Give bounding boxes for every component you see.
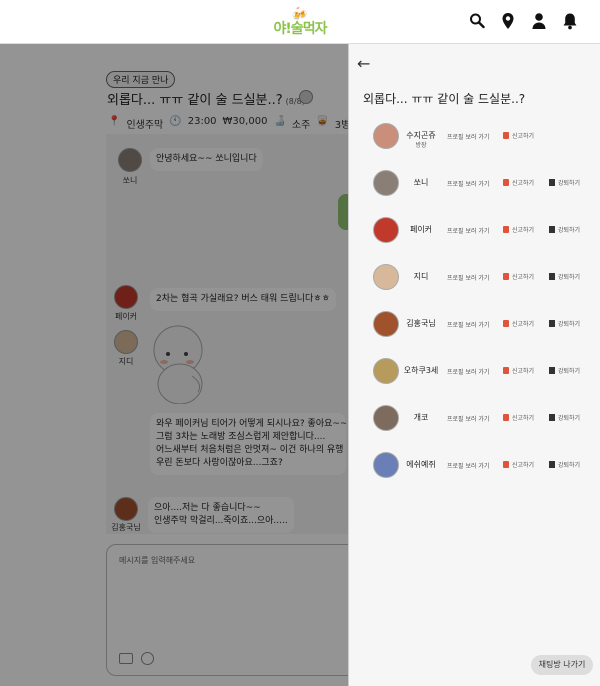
kick-icon: [549, 320, 555, 327]
kick-button[interactable]: 강퇴하기: [549, 272, 580, 281]
member-name: 지디: [413, 272, 429, 281]
member-avatar[interactable]: [373, 358, 399, 384]
member-avatar[interactable]: [373, 452, 399, 478]
search-icon[interactable]: [469, 12, 485, 30]
report-button[interactable]: 신고하기: [503, 272, 534, 281]
profile-link[interactable]: 프로필 보러 가기: [447, 461, 489, 470]
siren-icon: [503, 320, 509, 327]
member-avatar[interactable]: [373, 170, 399, 196]
profile-link[interactable]: 프로필 보러 가기: [447, 273, 489, 282]
profile-link[interactable]: 프로필 보러 가기: [447, 367, 489, 376]
profile-link[interactable]: 프로필 보러 가기: [447, 226, 489, 235]
kick-label: 강퇴하기: [558, 321, 581, 328]
report-button[interactable]: 신고하기: [503, 319, 534, 328]
member-name: 쏘니: [413, 178, 429, 187]
kick-button[interactable]: 강퇴하기: [549, 413, 580, 422]
back-arrow-icon[interactable]: ←: [357, 54, 370, 73]
location-pin-icon[interactable]: [500, 12, 516, 30]
leave-room-button[interactable]: 채팅방 나가기: [531, 655, 593, 675]
kick-label: 강퇴하기: [558, 180, 581, 187]
siren-icon: [503, 179, 509, 186]
report-button[interactable]: 신고하기: [503, 225, 534, 234]
report-label: 신고하기: [512, 133, 535, 140]
kick-button[interactable]: 강퇴하기: [549, 225, 580, 234]
kick-button[interactable]: 강퇴하기: [549, 319, 580, 328]
kick-icon: [549, 367, 555, 374]
member-row: 페이커 프로필 보러 가기 신고하기 강퇴하기: [373, 217, 593, 245]
report-button[interactable]: 신고하기: [503, 413, 534, 422]
kick-icon: [549, 226, 555, 233]
header-icons: [469, 12, 578, 30]
report-label: 신고하기: [512, 368, 535, 375]
member-avatar[interactable]: [373, 311, 399, 337]
member-name: 페이커: [409, 225, 433, 234]
member-row: 오하쿠3세 프로필 보러 가기 신고하기 강퇴하기: [373, 358, 593, 386]
kick-label: 강퇴하기: [558, 227, 581, 234]
profile-link[interactable]: 프로필 보러 가기: [447, 414, 489, 423]
member-row: 쏘니 프로필 보러 가기 신고하기 강퇴하기: [373, 170, 593, 198]
kick-label: 강퇴하기: [558, 462, 581, 469]
top-header: 🍻 야!술먹자: [0, 0, 600, 44]
member-role: 방장: [415, 142, 427, 149]
kick-button[interactable]: 강퇴하기: [549, 178, 580, 187]
kick-label: 강퇴하기: [558, 415, 581, 422]
member-panel: ← 외롭다... ㅠㅠ 같이 술 드실분..? 수지곤쥬 방장 프로필 보러 가기 신…: [348, 44, 600, 686]
beer-mugs-icon: 🍻: [291, 7, 309, 22]
siren-icon: [503, 226, 509, 233]
report-label: 신고하기: [512, 180, 535, 187]
report-label: 신고하기: [512, 415, 535, 422]
kick-icon: [549, 414, 555, 421]
report-button[interactable]: 신고하기: [503, 460, 534, 469]
bell-icon[interactable]: [562, 12, 578, 30]
kick-button[interactable]: 강퇴하기: [549, 366, 580, 375]
kick-label: 강퇴하기: [558, 274, 581, 281]
member-row: 김홍국님 프로필 보러 가기 신고하기 강퇴하기: [373, 311, 593, 339]
member-name: 개코: [413, 413, 429, 422]
member-row: 수지곤쥬 방장 프로필 보러 가기 신고하기: [373, 123, 593, 151]
app-screen: 🍻 야!술먹자 우리 지금 만나 외롭다... ㅠㅠ 같이 술 드실분..? (8…: [0, 0, 600, 686]
siren-icon: [503, 367, 509, 374]
member-avatar[interactable]: [373, 217, 399, 243]
dim-overlay[interactable]: [0, 44, 348, 686]
profile-link[interactable]: 프로필 보러 가기: [447, 320, 489, 329]
siren-icon: [503, 414, 509, 421]
member-row: 지디 프로필 보러 가기 신고하기 강퇴하기: [373, 264, 593, 292]
report-label: 신고하기: [512, 462, 535, 469]
report-label: 신고하기: [512, 227, 535, 234]
report-button[interactable]: 신고하기: [503, 178, 534, 187]
kick-button[interactable]: 강퇴하기: [549, 460, 580, 469]
profile-link[interactable]: 프로필 보러 가기: [447, 179, 489, 188]
kick-icon: [549, 273, 555, 280]
member-name: 오하쿠3세: [403, 366, 439, 375]
member-avatar[interactable]: [373, 405, 399, 431]
member-avatar[interactable]: [373, 264, 399, 290]
siren-icon: [503, 132, 509, 139]
member-row: 개코 프로필 보러 가기 신고하기 강퇴하기: [373, 405, 593, 433]
report-button[interactable]: 신고하기: [503, 366, 534, 375]
siren-icon: [503, 273, 509, 280]
member-avatar[interactable]: [373, 123, 399, 149]
siren-icon: [503, 461, 509, 468]
member-name: 에쉬예쥐: [406, 460, 436, 469]
member-row: 에쉬예쥐 프로필 보러 가기 신고하기 강퇴하기: [373, 452, 593, 480]
report-button[interactable]: 신고하기: [503, 131, 534, 140]
kick-icon: [549, 461, 555, 468]
kick-icon: [549, 179, 555, 186]
member-name: 김홍국님: [406, 319, 436, 328]
app-logo[interactable]: 🍻 야!술먹자: [270, 8, 330, 40]
report-label: 신고하기: [512, 274, 535, 281]
logo-text: 야!술먹자: [273, 21, 328, 37]
kick-label: 강퇴하기: [558, 368, 581, 375]
profile-link[interactable]: 프로필 보러 가기: [447, 132, 489, 141]
panel-title: 외롭다... ㅠㅠ 같이 술 드실분..?: [363, 92, 526, 106]
report-label: 신고하기: [512, 321, 535, 328]
user-icon[interactable]: [531, 12, 547, 30]
